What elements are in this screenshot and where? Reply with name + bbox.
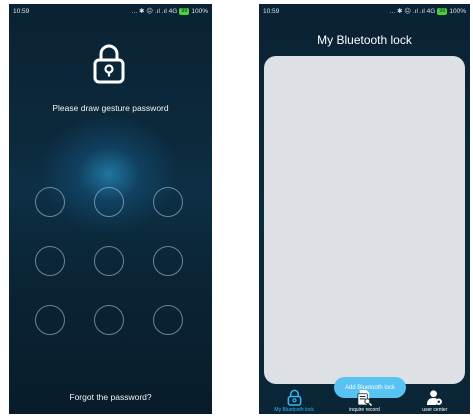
user-settings-icon (427, 390, 443, 406)
status-icons: ... ✱ ☹ .ıl .ıl 4G (131, 8, 178, 15)
tab-label: My Bluetooth lock (274, 407, 314, 413)
status-bar: 10:59 ... ✱ ☹ .ıl .ıl 4G 99 100% (259, 4, 470, 18)
pattern-dot[interactable] (35, 305, 65, 335)
lock-icon (287, 389, 302, 406)
tab-inquire-record[interactable]: inquire record (334, 389, 394, 413)
record-search-icon (357, 389, 373, 406)
status-bar: 10:59 ... ✱ ☹ .ıl .ıl 4G 99 100% (9, 4, 212, 18)
page-title: My Bluetooth lock (317, 33, 412, 47)
tab-label: user center (422, 407, 448, 413)
gesture-prompt: Please draw gesture password (52, 103, 169, 113)
bluetooth-lock-screen: 10:59 ... ✱ ☹ .ıl .ıl 4G 99 100% My Blue… (259, 4, 470, 414)
padlock-icon (93, 44, 125, 84)
status-icons: ... ✱ ☹ .ıl .ıl 4G (389, 8, 436, 15)
status-time: 10:59 (263, 7, 280, 15)
lock-list-card: Add Bluetooth lock (264, 56, 465, 398)
pattern-dot[interactable] (153, 246, 183, 276)
status-time: 10:59 (13, 7, 30, 15)
pattern-dot[interactable] (153, 305, 183, 335)
battery-percent: 100% (191, 7, 208, 15)
battery-indicator: 99 (179, 7, 190, 15)
pattern-dot[interactable] (35, 187, 65, 217)
tab-user-center[interactable]: user center (405, 389, 465, 413)
battery-percent: 100% (449, 7, 466, 15)
pattern-dot[interactable] (94, 305, 124, 335)
pattern-dot[interactable] (94, 246, 124, 276)
tab-my-bluetooth-lock[interactable]: My Bluetooth lock (264, 389, 324, 413)
pattern-dot[interactable] (153, 187, 183, 217)
bottom-tab-bar: My Bluetooth lock inquire record user ce… (259, 388, 470, 414)
pattern-dot[interactable] (94, 187, 124, 217)
battery-indicator: 99 (437, 7, 448, 15)
gesture-pattern-grid[interactable] (35, 187, 187, 339)
gesture-password-screen: 10:59 ... ✱ ☹ .ıl .ıl 4G 99 100% Please … (9, 4, 212, 414)
pattern-dot[interactable] (35, 246, 65, 276)
forgot-password-link[interactable]: Forgot the password? (9, 392, 212, 402)
tab-label: inquire record (349, 407, 380, 413)
